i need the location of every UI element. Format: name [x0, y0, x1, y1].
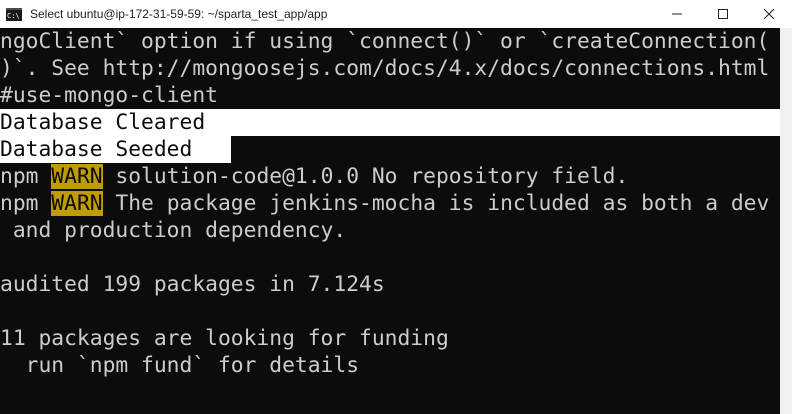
window-title: Select ubuntu@ip-172-31-59-59: ~/sparta_… — [30, 7, 328, 21]
minimize-icon — [672, 13, 682, 15]
window-titlebar[interactable]: C:\ Select ubuntu@ip-172-31-59-59: ~/spa… — [0, 0, 792, 28]
warn-badge: WARN — [51, 191, 103, 216]
terminal-output[interactable]: ngoClient` option if using `connect()` o… — [0, 28, 780, 414]
npm-prefix: npm — [0, 164, 52, 189]
terminal-line: npm WARN The package jenkins-mocha is in… — [0, 190, 769, 217]
maximize-icon — [718, 9, 728, 19]
warn-message: solution-code@1.0.0 No repository field. — [102, 164, 629, 189]
vertical-scrollbar[interactable] — [780, 28, 792, 414]
maximize-button[interactable] — [700, 0, 746, 28]
selected-terminal-line: Database Cleared — [0, 109, 780, 136]
selected-terminal-line: Database Seeded — [0, 136, 231, 163]
warn-message: The package jenkins-mocha is included as… — [102, 191, 770, 216]
terminal-line: audited 199 packages in 7.124s — [0, 272, 385, 297]
close-button[interactable] — [746, 0, 792, 28]
terminal-app-icon: C:\ — [6, 7, 22, 21]
terminal-line: )`. See http://mongoosejs.com/docs/4.x/d… — [0, 56, 770, 81]
terminal-line: and production dependency. — [0, 218, 347, 243]
terminal-line: npm WARN solution-code@1.0.0 No reposito… — [0, 163, 628, 190]
terminal-line: ngoClient` option if using `connect()` o… — [0, 29, 770, 54]
terminal-line: run `npm fund` for details — [0, 353, 360, 378]
warn-badge: WARN — [51, 164, 103, 189]
close-icon — [764, 9, 774, 19]
npm-prefix: npm — [0, 191, 52, 216]
minimize-button[interactable] — [654, 0, 700, 28]
terminal-line: #use-mongo-client — [0, 83, 218, 108]
terminal-line: 11 packages are looking for funding — [0, 326, 449, 351]
